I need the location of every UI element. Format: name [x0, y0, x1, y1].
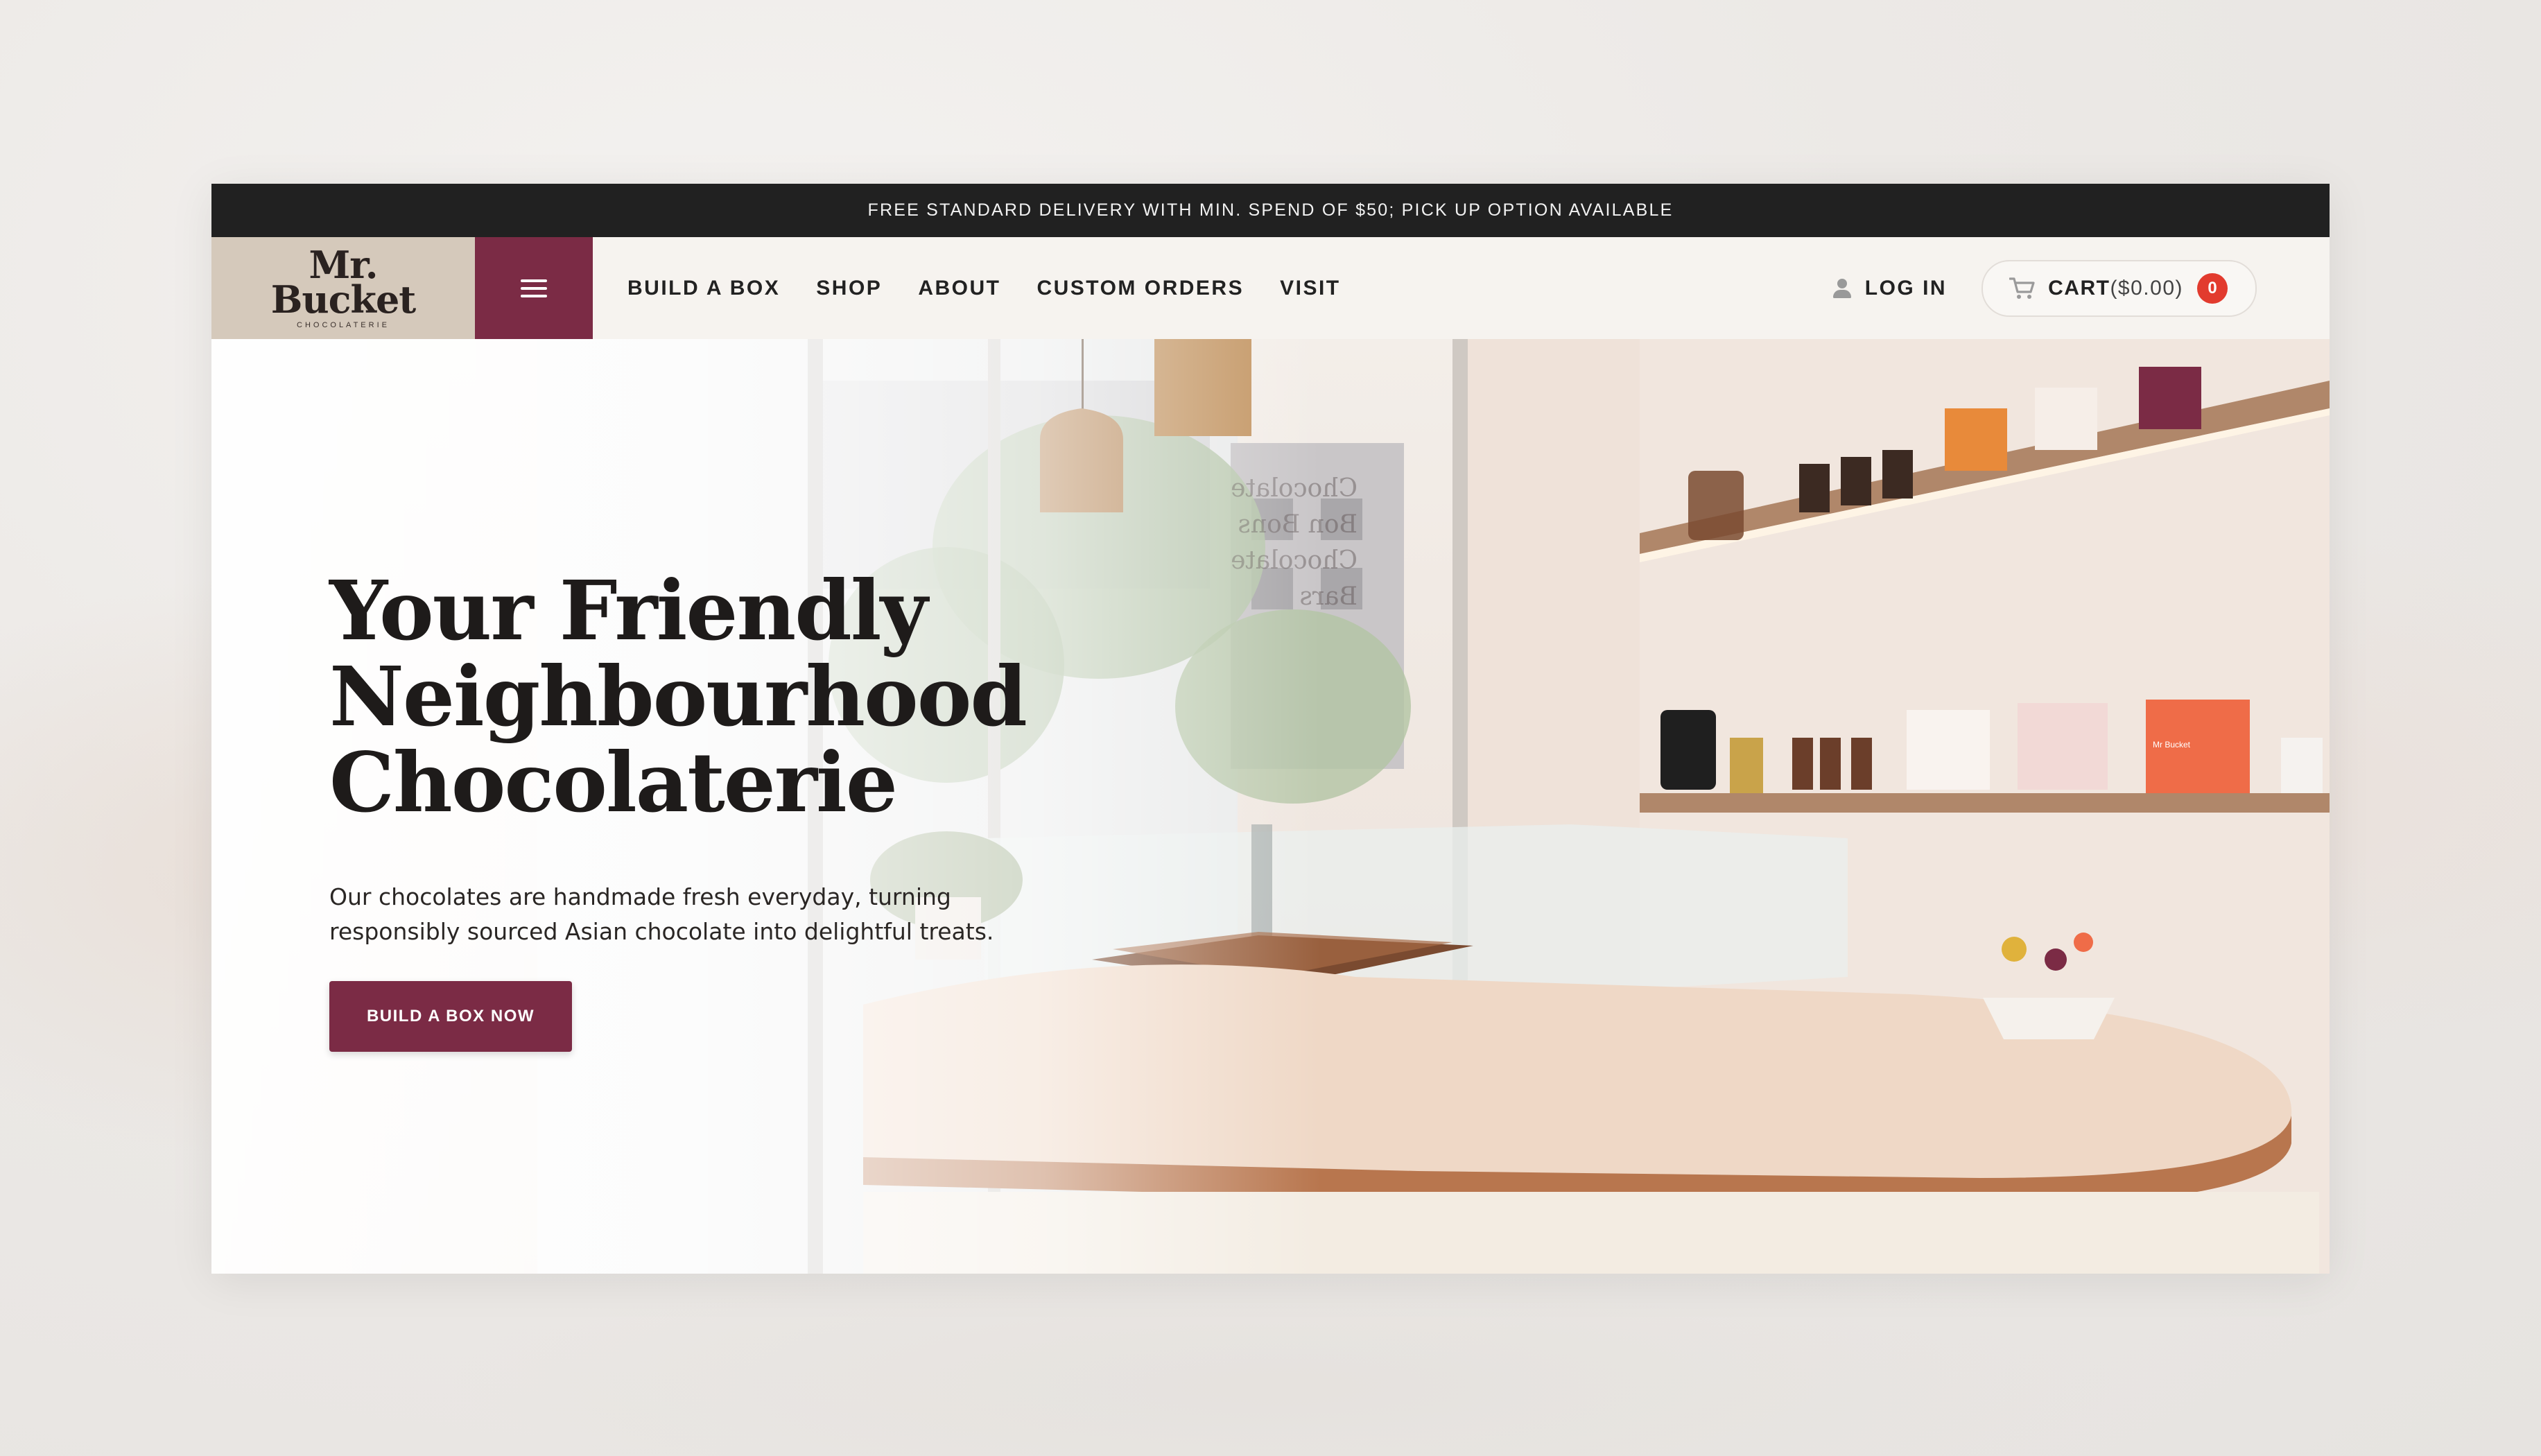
nav-link-shop[interactable]: SHOP [816, 277, 882, 300]
header-actions: LOG IN CART ($0.00) 0 [1832, 237, 2257, 339]
nav-link-about[interactable]: ABOUT [918, 277, 1000, 300]
menu-button[interactable] [475, 237, 593, 339]
hero-heading-line1: Your Friendly [329, 562, 928, 659]
hamburger-icon [521, 279, 547, 297]
hero-description: Our chocolates are handmade fresh everyd… [329, 880, 1023, 949]
promo-bar: FREE STANDARD DELIVERY WITH MIN. SPEND O… [211, 184, 2330, 237]
logo-tagline: CHOCOLATERIE [297, 320, 390, 329]
build-a-box-now-button[interactable]: BUILD A BOX NOW [329, 981, 572, 1052]
promo-text: FREE STANDARD DELIVERY WITH MIN. SPEND O… [867, 200, 1674, 220]
hero-section: Chocolate Bon Bons Chocolate Bars Mr Buc… [211, 339, 2330, 1274]
main-nav: BUILD A BOX SHOP ABOUT CUSTOM ORDERS VIS… [627, 237, 1377, 339]
box-label: Mr Bucket [2153, 740, 2191, 749]
login-link[interactable]: LOG IN [1832, 277, 1947, 300]
hero-heading-line2: Neighbourhood [329, 648, 1027, 745]
cart-button[interactable]: CART ($0.00) 0 [1981, 259, 2257, 317]
cart-label: CART [2048, 276, 2110, 300]
cart-icon [2009, 277, 2035, 299]
hero-description-line2: responsibly sourced Asian chocolate into… [329, 918, 994, 945]
nav-link-build-a-box[interactable]: BUILD A BOX [627, 277, 780, 300]
nav-link-visit[interactable]: VISIT [1280, 277, 1341, 300]
hero-heading: Your Friendly Neighbourhood Chocolaterie [329, 562, 1027, 831]
hero-heading-line3: Chocolaterie [329, 734, 898, 831]
logo-name-line1: Mr. [309, 242, 378, 287]
site-header: Mr. Bucket CHOCOLATERIE BUILD A BOX SHOP… [211, 237, 2330, 339]
browser-viewport: FREE STANDARD DELIVERY WITH MIN. SPEND O… [211, 184, 2330, 1274]
nav-link-custom-orders[interactable]: CUSTOM ORDERS [1037, 277, 1244, 300]
brand-logo[interactable]: Mr. Bucket CHOCOLATERIE [211, 237, 475, 339]
cart-count-badge: 0 [2197, 272, 2228, 304]
hero-description-line1: Our chocolates are handmade fresh everyd… [329, 883, 951, 910]
logo-name-line2: Bucket [270, 277, 416, 322]
login-label: LOG IN [1864, 276, 1948, 300]
user-icon [1832, 277, 1853, 300]
cart-total: ($0.00) [2110, 276, 2183, 300]
